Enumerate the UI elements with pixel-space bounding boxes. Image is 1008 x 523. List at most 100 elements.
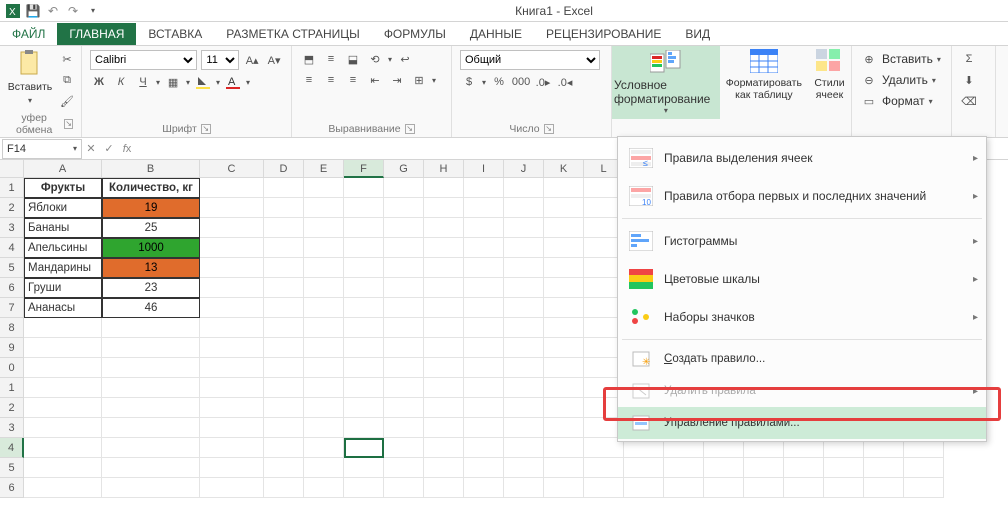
cell[interactable]	[384, 478, 424, 498]
cell[interactable]	[200, 278, 264, 298]
dialog-launcher-icon[interactable]: ↘	[201, 124, 211, 134]
cell[interactable]	[344, 218, 384, 238]
cell[interactable]	[264, 178, 304, 198]
cell[interactable]	[200, 338, 264, 358]
row-header[interactable]: 5	[0, 258, 24, 278]
cell[interactable]	[264, 378, 304, 398]
cell[interactable]	[264, 358, 304, 378]
cell[interactable]	[102, 458, 200, 478]
tab-insert[interactable]: ВСТАВКА	[136, 23, 214, 45]
cell[interactable]	[102, 378, 200, 398]
cell[interactable]	[464, 198, 504, 218]
chevron-down-icon[interactable]: ▾	[156, 78, 160, 87]
column-header[interactable]: G	[384, 160, 424, 178]
cell[interactable]	[24, 438, 102, 458]
cell[interactable]	[304, 438, 344, 458]
tab-data[interactable]: ДАННЫЕ	[458, 23, 534, 45]
name-box[interactable]: F14 ▾	[2, 139, 82, 159]
row-header[interactable]: 2	[0, 398, 24, 418]
cell[interactable]	[102, 338, 200, 358]
cell[interactable]	[464, 378, 504, 398]
tab-home[interactable]: ГЛАВНАЯ	[57, 23, 136, 45]
cell[interactable]	[384, 278, 424, 298]
column-header[interactable]: B	[102, 160, 200, 178]
row-header[interactable]: 0	[0, 358, 24, 378]
cell[interactable]	[704, 478, 744, 498]
cell[interactable]	[904, 458, 944, 478]
align-top-icon[interactable]: ⬒	[300, 50, 318, 68]
cell[interactable]	[264, 478, 304, 498]
cell[interactable]: 25	[102, 218, 200, 238]
font-color-icon[interactable]: A	[224, 73, 242, 91]
cell[interactable]	[200, 478, 264, 498]
cell[interactable]	[704, 458, 744, 478]
cell[interactable]	[344, 318, 384, 338]
cell[interactable]	[424, 178, 464, 198]
cell[interactable]	[344, 178, 384, 198]
cell[interactable]	[424, 298, 464, 318]
cell[interactable]	[424, 338, 464, 358]
cell[interactable]	[264, 318, 304, 338]
cell[interactable]	[344, 378, 384, 398]
cell[interactable]	[464, 238, 504, 258]
cell[interactable]	[384, 218, 424, 238]
cell[interactable]	[504, 258, 544, 278]
cell[interactable]	[504, 178, 544, 198]
cell[interactable]	[544, 198, 584, 218]
cell[interactable]	[344, 198, 384, 218]
cell[interactable]	[464, 278, 504, 298]
cell[interactable]	[200, 398, 264, 418]
column-header[interactable]: K	[544, 160, 584, 178]
format-as-table-button[interactable]: Форматировать как таблицу	[720, 46, 808, 101]
cell[interactable]	[24, 458, 102, 478]
enter-icon[interactable]: ✓	[100, 142, 118, 155]
cell[interactable]	[504, 238, 544, 258]
tab-review[interactable]: РЕЦЕНЗИРОВАНИЕ	[534, 23, 673, 45]
menu-color-scales[interactable]: Цветовые шкалы	[618, 260, 986, 298]
cell[interactable]	[264, 238, 304, 258]
autosum-icon[interactable]: Σ	[960, 50, 978, 68]
cell[interactable]	[504, 478, 544, 498]
cell[interactable]	[504, 378, 544, 398]
cell[interactable]: 23	[102, 278, 200, 298]
cell[interactable]	[264, 198, 304, 218]
cell[interactable]	[304, 178, 344, 198]
cell[interactable]	[424, 398, 464, 418]
wrap-text-icon[interactable]: ↩	[396, 50, 414, 68]
align-left-icon[interactable]: ≡	[300, 71, 318, 89]
dialog-launcher-icon[interactable]: ↘	[405, 124, 415, 134]
cell[interactable]	[464, 298, 504, 318]
row-header[interactable]: 2	[0, 198, 24, 218]
format-painter-icon[interactable]: 🖌	[58, 92, 76, 110]
cell[interactable]: 1000	[102, 238, 200, 258]
cell[interactable]	[504, 338, 544, 358]
cell[interactable]	[344, 418, 384, 438]
column-header[interactable]: E	[304, 160, 344, 178]
cell[interactable]	[344, 458, 384, 478]
border-icon[interactable]: ▦	[164, 73, 182, 91]
cell[interactable]	[304, 318, 344, 338]
percent-icon[interactable]: %	[490, 73, 508, 91]
cell[interactable]	[264, 258, 304, 278]
cell[interactable]	[200, 218, 264, 238]
cell[interactable]	[200, 458, 264, 478]
column-header[interactable]: I	[464, 160, 504, 178]
insert-cells-icon[interactable]: ⊕	[860, 50, 878, 68]
cell[interactable]	[304, 398, 344, 418]
cell[interactable]	[424, 358, 464, 378]
cell[interactable]	[304, 458, 344, 478]
cell[interactable]: Груши	[24, 278, 102, 298]
cell[interactable]	[544, 278, 584, 298]
row-header[interactable]: 8	[0, 318, 24, 338]
column-header[interactable]: J	[504, 160, 544, 178]
cell[interactable]	[784, 458, 824, 478]
cell[interactable]	[200, 438, 264, 458]
column-header[interactable]: D	[264, 160, 304, 178]
column-header[interactable]: A	[24, 160, 102, 178]
cell[interactable]	[344, 238, 384, 258]
cell[interactable]	[304, 238, 344, 258]
copy-icon[interactable]: ⧉	[58, 71, 76, 89]
cell[interactable]	[624, 478, 664, 498]
qat-customize-icon[interactable]: ▾	[86, 4, 100, 18]
menu-data-bars[interactable]: Гистограммы	[618, 222, 986, 260]
